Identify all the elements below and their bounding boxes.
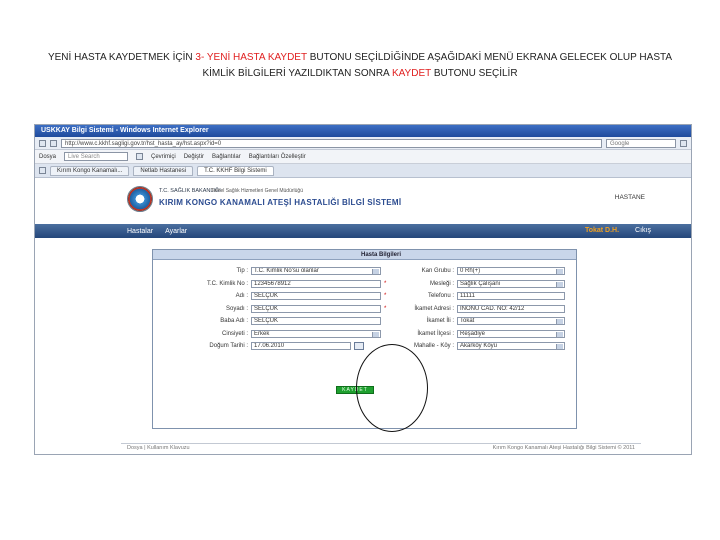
highlight-circle bbox=[356, 344, 428, 432]
tab-kkhf[interactable]: Kırım Kongo Kanamalı... bbox=[50, 165, 130, 176]
field-row-father: Baba Adı : SELÇUK bbox=[153, 316, 386, 326]
field-row-name: Adı : SELÇUK * bbox=[153, 291, 386, 301]
ministry-subtitle: Temel Sağlık Hizmetleri Genel Müdürlüğü bbox=[211, 188, 303, 194]
caption-highlight: KAYDET bbox=[391, 68, 432, 79]
village-select[interactable]: Akarköy Köyü bbox=[457, 342, 565, 350]
field-row-type: Tip : T.C. Kimlik No'su olanlar bbox=[153, 266, 386, 276]
field-row-job: Mesleği : Sağlık Çalışanı bbox=[377, 279, 565, 289]
forward-icon[interactable] bbox=[50, 139, 57, 147]
right-field-column: Kan Grubu : 0 Rh(+) Mesleği : Sağlık Çal… bbox=[377, 266, 565, 354]
caption-text: BUTONU SEÇİLİR bbox=[431, 68, 518, 79]
site-header: T.C. SAĞLIK BAKANLIĞI Temel Sağlık Hizme… bbox=[35, 178, 691, 224]
field-label: Doğum Tarihi : bbox=[209, 343, 248, 349]
field-row-tc: T.C. Kimlik No : 12345678912 * bbox=[153, 279, 386, 289]
field-label: İkamet İli : bbox=[426, 318, 454, 324]
first-name-input[interactable]: SELÇUK bbox=[251, 292, 381, 300]
address-bar-row: http://www.c.kkhf.sagligi.gov.tr/hst_has… bbox=[35, 137, 691, 150]
field-row-gender: Cinsiyeti : Erkek bbox=[153, 329, 386, 339]
father-name-input[interactable]: SELÇUK bbox=[251, 317, 381, 325]
hospital-label: HASTANE bbox=[614, 194, 645, 201]
field-label: Tip : bbox=[236, 268, 248, 274]
site-nav: Hastalar Ayarlar Tokat D.H. Cıkış bbox=[35, 224, 691, 238]
nav-ayarlar[interactable]: Ayarlar bbox=[165, 228, 187, 235]
calendar-icon[interactable] bbox=[354, 342, 364, 350]
form-title: Hasta Bilgileri bbox=[153, 250, 576, 260]
caption-text: BUTONU SEÇİLDİĞİNDE AŞAĞIDAKİ MENÜ EKRAN… bbox=[306, 52, 673, 63]
toolbar-item[interactable]: Değiştir bbox=[184, 154, 204, 160]
instruction-caption: YENİ HASTA KAYDETMEK İÇİN 3- YENİ HASTA … bbox=[0, 50, 720, 82]
field-row-surname: Soyadı : SELÇUK * bbox=[153, 304, 386, 314]
field-row-blood: Kan Grubu : 0 Rh(+) bbox=[377, 266, 565, 276]
district-select[interactable]: Reşadiye bbox=[457, 329, 565, 338]
toolbar-item[interactable]: Bağlantıları Özelleştir bbox=[249, 154, 306, 160]
birthdate-input[interactable]: 17.06.2010 bbox=[251, 342, 351, 350]
blood-group-select[interactable]: 0 Rh(+) bbox=[457, 267, 565, 275]
footer-right: Kırım Kongo Kanamalı Ateşi Hastalığı Bil… bbox=[492, 445, 635, 451]
field-label: İkamet İlçesi : bbox=[417, 330, 454, 337]
left-field-column: Tip : T.C. Kimlik No'su olanlar T.C. Kim… bbox=[153, 266, 386, 354]
field-row-birthdate: Doğum Tarihi : 17.06.2010 bbox=[153, 341, 386, 351]
search-icon[interactable] bbox=[680, 139, 687, 147]
occupation-select[interactable]: Sağlık Çalışanı bbox=[457, 279, 565, 288]
user-name: Tokat D.H. bbox=[584, 227, 620, 234]
favorites-star-icon[interactable] bbox=[39, 167, 46, 174]
field-label: Telefonu : bbox=[427, 293, 454, 299]
address-input[interactable]: İNÖNÜ CAD. NO: 42/12 bbox=[457, 304, 565, 313]
field-label: Soyadı : bbox=[225, 305, 248, 312]
caption-highlight: 3- YENİ HASTA KAYDET bbox=[195, 52, 307, 63]
footer-bar: Dosya | Kullanım Klavuzu Kırım Kongo Kan… bbox=[121, 443, 641, 451]
surname-input[interactable]: SELÇUK bbox=[251, 304, 381, 313]
field-label: Baba Adı : bbox=[220, 318, 248, 324]
field-row-phone: Telefonu : 11111 bbox=[377, 291, 565, 301]
file-menu[interactable]: Dosya bbox=[39, 154, 56, 160]
logout-link[interactable]: Cıkış bbox=[635, 224, 651, 238]
toolbar-item[interactable]: Çevrimiçi bbox=[151, 154, 176, 160]
tab-netlab[interactable]: Netlab Hastanesi bbox=[133, 165, 194, 176]
field-label: Adı : bbox=[235, 293, 248, 299]
toolbar-item[interactable]: Bağlantılar bbox=[212, 154, 241, 160]
city-select[interactable]: Tokat bbox=[457, 317, 565, 325]
live-search-input[interactable]: Live Search bbox=[64, 152, 129, 161]
footer-left[interactable]: Dosya | Kullanım Klavuzu bbox=[127, 445, 190, 451]
google-search-input[interactable]: Google bbox=[606, 138, 676, 148]
field-label: Cinsiyeti : bbox=[221, 330, 248, 337]
window-title: USKKAY Bilgi Sistemi - Windows Internet … bbox=[35, 125, 691, 137]
field-label: T.C. Kimlik No : bbox=[206, 280, 248, 287]
system-name: KIRIM KONGO KANAMALI ATEŞİ HASTALIĞI BİL… bbox=[159, 198, 402, 207]
address-input[interactable]: http://www.c.kkhf.sagligi.gov.tr/hst_has… bbox=[61, 138, 602, 148]
tab-strip: Kırım Kongo Kanamalı... Netlab Hastanesi… bbox=[35, 164, 691, 178]
field-row-city: İkamet İli : Tokat bbox=[377, 316, 565, 326]
toolbar-row: Dosya Live Search Çevrimiçi Değiştir Bağ… bbox=[35, 150, 691, 164]
back-icon[interactable] bbox=[39, 139, 46, 147]
nav-hastalar[interactable]: Hastalar bbox=[127, 228, 153, 235]
tab-bilgi-sistemi[interactable]: T.C. KKHF Bilgi Sistemi bbox=[197, 165, 274, 176]
field-label: Kan Grubu : bbox=[421, 268, 454, 274]
type-select[interactable]: T.C. Kimlik No'su olanlar bbox=[251, 267, 381, 275]
caption-text: KİMLİK BİLGİLERİ YAZILDIKTAN SONRA bbox=[202, 68, 392, 79]
ministry-logo-icon bbox=[127, 186, 153, 212]
field-label: İkamet Adresi : bbox=[414, 305, 454, 312]
field-label: Mesleği : bbox=[429, 280, 454, 287]
caption-text: YENİ HASTA KAYDETMEK İÇİN bbox=[47, 52, 196, 63]
field-row-address: İkamet Adresi : İNÖNÜ CAD. NO: 42/12 bbox=[377, 304, 565, 314]
gender-select[interactable]: Erkek bbox=[251, 329, 381, 338]
tc-number-input[interactable]: 12345678912 bbox=[251, 279, 381, 288]
field-row-district: İkamet İlçesi : Reşadiye bbox=[377, 329, 565, 339]
search-go-icon[interactable] bbox=[136, 153, 144, 160]
phone-input[interactable]: 11111 bbox=[457, 292, 565, 300]
